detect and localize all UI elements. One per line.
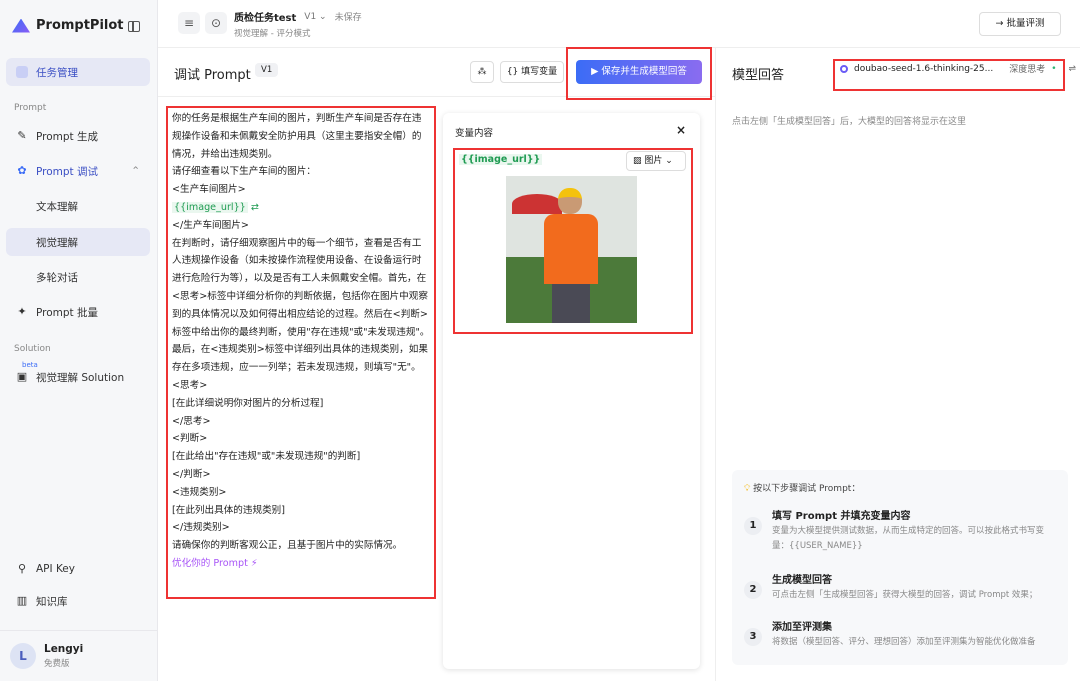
app-name: PromptPilot (36, 18, 124, 33)
highlight-box (453, 148, 693, 334)
label: API Key (36, 563, 75, 575)
section-label: Solution (14, 344, 51, 354)
step-desc: 可点击左侧「生成模型回答」获得大模型的回答，调试 Prompt 效果； (772, 590, 1038, 600)
response-placeholder: 点击左侧「生成模型回答」后，大模型的回答将显示在这里 (732, 117, 967, 127)
sidebar-item-task-mgmt[interactable]: 任务管理 (6, 58, 150, 86)
label: Prompt 生成 (36, 130, 99, 143)
sidebar-item-prompt-debug[interactable]: ✿ Prompt 调试 ⌃ (6, 157, 150, 185)
label: 知识库 (36, 595, 68, 608)
user-name: Lengyi (44, 643, 84, 655)
step-title: 填写 Prompt 并填充变量内容 (772, 511, 911, 522)
sidebar-item-vision-solution[interactable]: ▣ 视觉理解 Solution beta (6, 361, 150, 391)
task-title: 质检任务test (234, 13, 297, 24)
step-desc: 变量为大模型提供测试数据，从而生成特定的回答。可以按此格式书写变量：{{USER… (772, 526, 1045, 551)
book-icon: ▥ (16, 594, 28, 607)
lightbulb-icon: 💡︎ (744, 484, 754, 494)
wand-icon: ✎ (17, 129, 27, 142)
sidebar-item-vision[interactable]: 视觉理解 (6, 228, 150, 256)
step-item: 2 生成模型回答可点击左侧「生成模型回答」获得大模型的回答，调试 Prompt 效… (744, 571, 1037, 603)
fill-variables-button[interactable]: {} 填写变量 (500, 61, 564, 83)
step-item: 3 添加至评测集将数据（模型回答、评分、理想回答）添加至评测集为智能优化做准备 (744, 618, 1036, 650)
avatar: L (10, 643, 36, 669)
label: Prompt 批量 (36, 306, 99, 319)
step-number: 1 (744, 517, 762, 535)
logo-icon (12, 18, 30, 33)
step-number: 3 (744, 628, 762, 646)
top-bar: ≡ ⊙ 质检任务test V1 ⌄ 未保存 视觉理解 - 评分模式 → 批量评测 (158, 0, 1080, 48)
sidebar-item-prompt-batch[interactable]: ✦ Prompt 批量 (6, 298, 150, 326)
chevron-up-icon: ⌃ (131, 165, 140, 177)
label: 多轮对话 (36, 271, 78, 284)
highlight-box (166, 106, 436, 599)
batch-eval-button[interactable]: → 批量评测 (979, 12, 1061, 36)
batch-icon: ✦ (17, 305, 27, 318)
panel-title: 调试 Prompt (174, 68, 251, 83)
version-badge: V1 (255, 63, 279, 77)
logo[interactable]: PromptPilot (12, 18, 124, 33)
step-desc: 将数据（模型回答、评分、理想回答）添加至评测集为智能优化做准备 (772, 637, 1036, 647)
task-mode: 视觉理解 - 评分模式 (234, 29, 311, 39)
settings-icon[interactable]: ⇌ (1069, 64, 1077, 74)
sidebar-item-text[interactable]: 文本理解 (6, 192, 150, 220)
label: 填写变量 (521, 67, 558, 77)
sidebar: PromptPilot 任务管理 Prompt ✎ Prompt 生成 ✿ Prom… (0, 0, 158, 681)
step-item: 1 填写 Prompt 并填充变量内容变量为大模型提供测试数据，从而生成特定的回答… (744, 507, 1052, 554)
user-profile[interactable]: L Lengyi 免费版 (10, 643, 83, 669)
user-plan: 免费版 (44, 659, 70, 669)
beta-badge: beta (22, 361, 38, 369)
key-icon: ⚲ (17, 562, 27, 575)
version-select[interactable]: V1 ⌄ (304, 12, 326, 22)
label: Prompt 调试 (36, 165, 99, 178)
panel-title: 变量内容 (455, 128, 494, 139)
highlight-box (566, 47, 712, 100)
sidebar-item-api-key[interactable]: ⚲ API Key (6, 555, 150, 583)
sidebar-toggle-icon[interactable] (128, 21, 140, 32)
label: 批量评测 (1006, 18, 1045, 29)
solution-icon: ▣ (16, 370, 28, 383)
sparkle-icon: ⁂ (477, 67, 487, 77)
section-label: Prompt (14, 103, 47, 113)
step-title: 添加至评测集 (772, 622, 832, 633)
sidebar-item-prompt-gen[interactable]: ✎ Prompt 生成 (6, 122, 150, 150)
target-icon[interactable]: ⊙ (205, 12, 227, 34)
panel-title: 模型回答 (732, 68, 785, 83)
save-status: 未保存 (334, 13, 362, 23)
highlight-box (833, 59, 1065, 91)
divider (0, 630, 157, 631)
task-icon (16, 66, 28, 78)
close-icon[interactable]: × (676, 123, 686, 137)
step-number: 2 (744, 581, 762, 599)
magic-button[interactable]: ⁂ (470, 61, 494, 83)
debug-icon: ✿ (17, 164, 27, 177)
label: 文本理解 (36, 200, 78, 213)
version: V1 (304, 11, 317, 22)
arrow-right-icon: → (995, 18, 1007, 29)
label: 视觉理解 (36, 236, 78, 249)
label: 视觉理解 Solution (36, 371, 125, 384)
guide-steps: 💡︎ 按以下步骤调试 Prompt： 1 填写 Prompt 并填充变量内容变量为… (732, 470, 1068, 665)
braces-icon: {} (506, 67, 522, 77)
step-title: 生成模型回答 (772, 575, 832, 586)
label: 任务管理 (36, 66, 78, 79)
sidebar-item-multi-turn[interactable]: 多轮对话 (6, 263, 150, 291)
sidebar-item-knowledge[interactable]: ▥ 知识库 (6, 587, 150, 615)
menu-icon[interactable]: ≡ (178, 12, 200, 34)
guide-title: 按以下步骤调试 Prompt： (753, 484, 861, 494)
